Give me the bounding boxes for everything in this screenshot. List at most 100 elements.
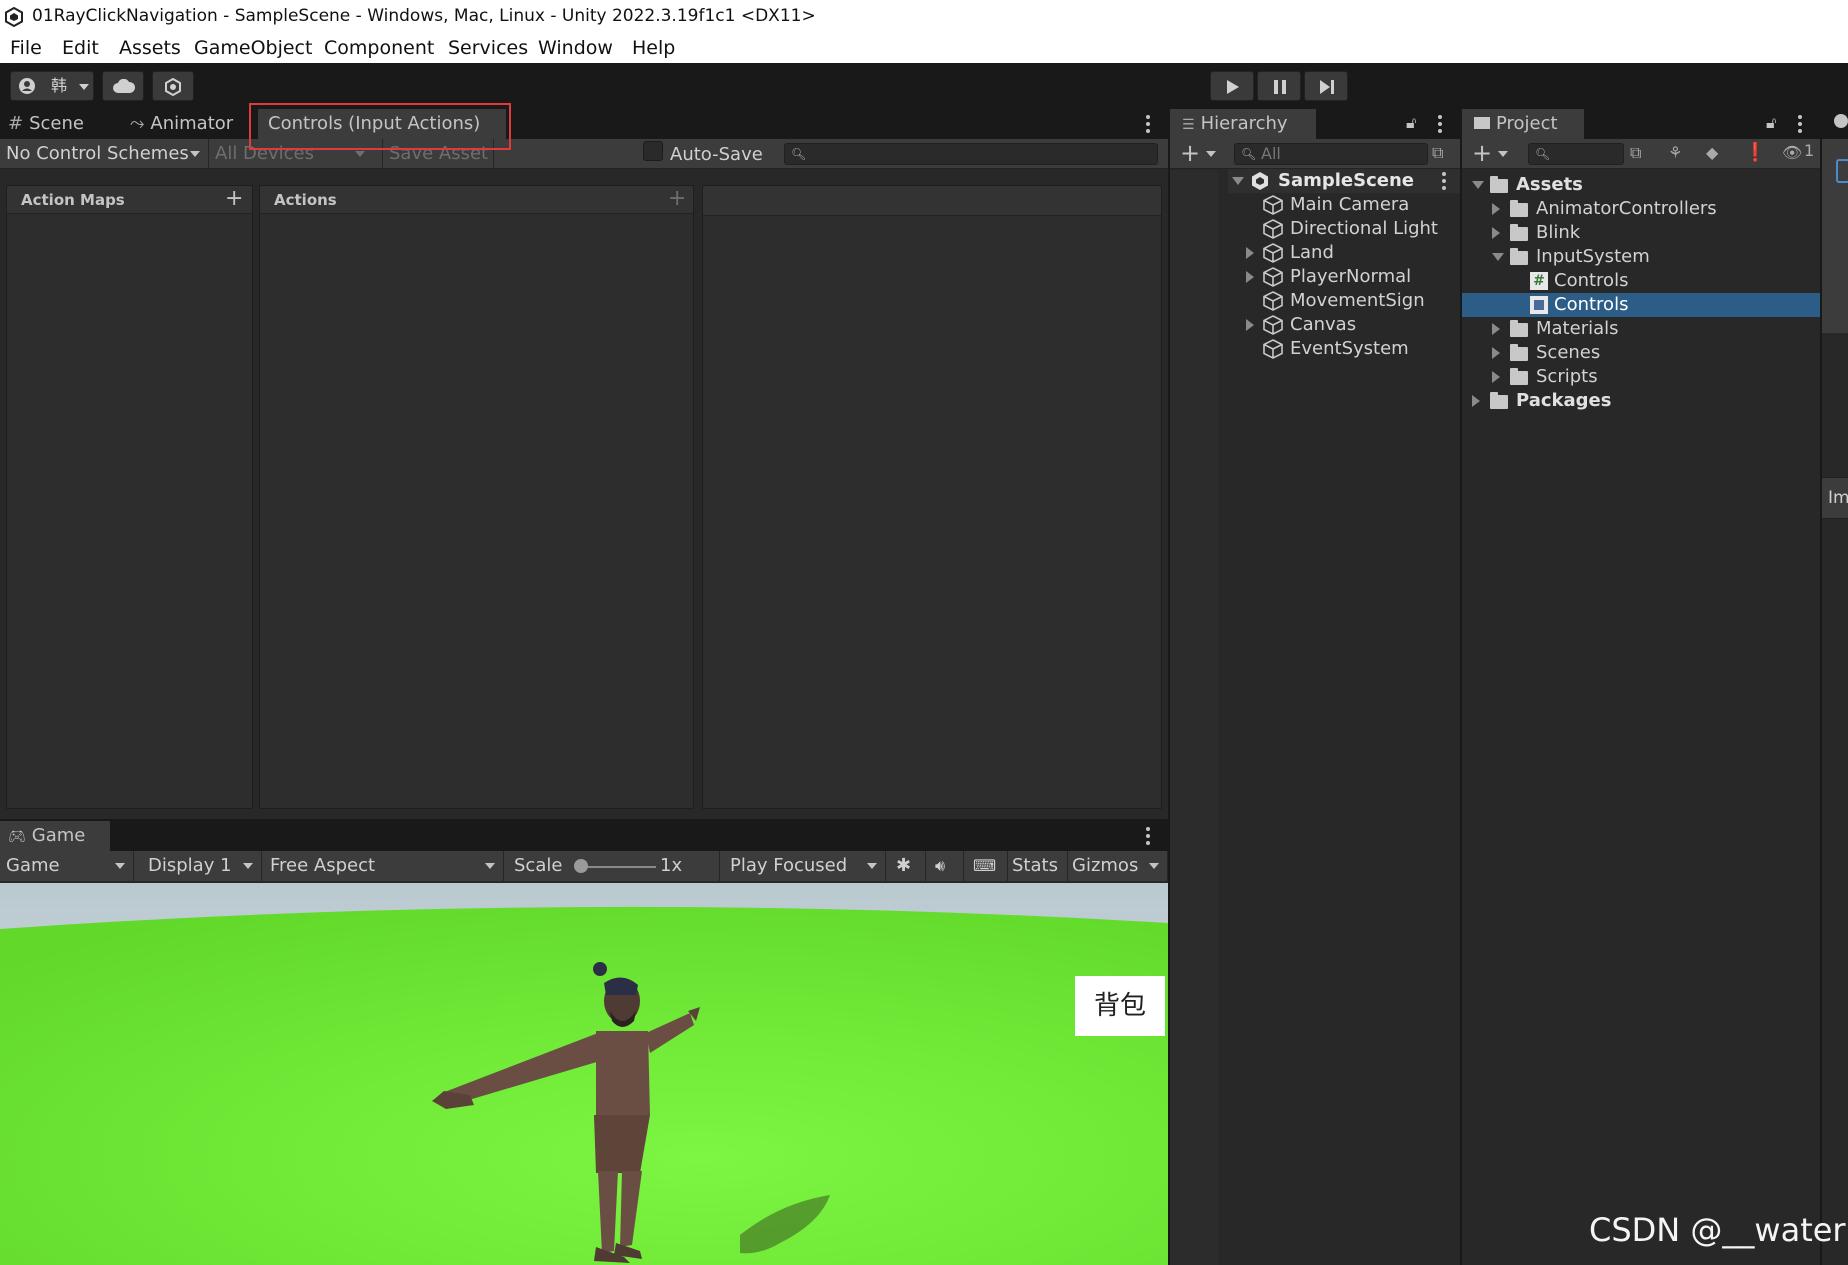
- scale-slider-thumb[interactable]: [574, 859, 588, 873]
- info-icon: [1834, 114, 1848, 128]
- expand-arrow-icon[interactable]: [1492, 323, 1500, 335]
- add-icon[interactable]: +: [1180, 139, 1200, 167]
- scale-slider-group: Scale 1x: [504, 851, 720, 881]
- step-button[interactable]: [1304, 71, 1348, 101]
- hidden-packages-icon[interactable]: 👁︎: [1782, 143, 1802, 162]
- play-icon: [1227, 80, 1239, 94]
- display-dropdown[interactable]: Display 1: [134, 851, 262, 881]
- gameobject-cube-icon: [1263, 267, 1283, 287]
- menu-file[interactable]: File: [10, 33, 42, 63]
- backpack-button[interactable]: 背包: [1075, 976, 1165, 1036]
- control-schemes-dropdown[interactable]: No Control Schemes: [6, 139, 206, 169]
- expand-arrow-icon[interactable]: [1492, 227, 1500, 239]
- filter-type-icon[interactable]: ⚘: [1668, 143, 1682, 162]
- project-search-input[interactable]: 🔍︎: [1528, 143, 1624, 165]
- auto-save-checkbox[interactable]: [643, 141, 663, 161]
- project-item-controls-input-actions[interactable]: Controls: [1462, 293, 1820, 317]
- expand-arrow-icon[interactable]: [1492, 371, 1500, 383]
- keyboard-button[interactable]: ⌨︎: [964, 851, 1008, 881]
- account-button[interactable]: 韩: [10, 71, 94, 101]
- expand-arrow-icon[interactable]: [1246, 271, 1254, 283]
- menu-edit[interactable]: Edit: [62, 33, 99, 63]
- project-folder-inputsystem[interactable]: InputSystem: [1492, 245, 1820, 269]
- play-focused-dropdown[interactable]: Play Focused: [720, 851, 886, 881]
- aspect-dropdown[interactable]: Free Aspect: [262, 851, 504, 881]
- game-viewport[interactable]: 背包: [0, 883, 1168, 1265]
- cloud-button[interactable]: [102, 71, 144, 101]
- project-folder-animatorcontrollers[interactable]: AnimatorControllers: [1492, 197, 1820, 221]
- hierarchy-scene-row[interactable]: SampleScene: [1228, 169, 1460, 193]
- search-scope-icon[interactable]: ⧉: [1630, 143, 1641, 163]
- add-action-map-icon[interactable]: +: [225, 188, 243, 210]
- gameobject-cube-icon: [1263, 219, 1283, 239]
- folder-icon: [1510, 224, 1528, 241]
- left-tab-bar: # Scene ⤳ Animator Controls (Input Actions…: [0, 109, 1168, 139]
- project-assets-folder[interactable]: Assets: [1472, 173, 1820, 197]
- expand-arrow-icon[interactable]: [1492, 203, 1500, 215]
- warning-icon[interactable]: ❗: [1744, 142, 1766, 163]
- chevron-down-icon: [355, 151, 365, 157]
- hierarchy-search-input[interactable]: 🔍︎ All: [1234, 143, 1428, 165]
- stats-button[interactable]: Stats: [1008, 851, 1068, 881]
- project-folder-blink[interactable]: Blink: [1492, 221, 1820, 245]
- more-options-icon[interactable]: [1798, 115, 1802, 133]
- more-options-icon[interactable]: [1438, 115, 1442, 133]
- game-mode-dropdown[interactable]: Game: [0, 851, 134, 881]
- project-folder-materials[interactable]: Materials: [1492, 317, 1820, 341]
- pause-icon: [1274, 80, 1286, 94]
- expand-arrow-icon[interactable]: [1246, 319, 1254, 331]
- item-label: Canvas: [1290, 314, 1357, 335]
- chevron-down-icon[interactable]: [1498, 151, 1508, 157]
- menu-assets[interactable]: Assets: [119, 33, 181, 63]
- play-button[interactable]: [1210, 71, 1254, 101]
- tab-hierarchy[interactable]: ☰ Hierarchy: [1170, 109, 1316, 139]
- menu-help[interactable]: Help: [632, 33, 675, 63]
- import-button[interactable]: Im: [1822, 477, 1848, 519]
- debug-button[interactable]: ✱: [886, 851, 926, 881]
- add-action-icon[interactable]: +: [668, 188, 686, 210]
- tab-scene[interactable]: # Scene: [0, 109, 122, 139]
- aspect-label: Free Aspect: [270, 855, 376, 876]
- input-actions-asset-icon: [1530, 296, 1548, 314]
- project-folder-scenes[interactable]: Scenes: [1492, 341, 1820, 365]
- menu-component[interactable]: Component: [324, 33, 434, 63]
- action-maps-title: Action Maps: [21, 191, 125, 209]
- inspector-tab[interactable]: [1822, 109, 1848, 139]
- more-options-icon[interactable]: [1442, 172, 1446, 190]
- project-item-controls-script[interactable]: # Controls: [1530, 269, 1820, 293]
- audio-mute-button[interactable]: 🔊︎: [926, 851, 964, 881]
- tab-animator[interactable]: ⤳ Animator: [122, 109, 250, 139]
- project-folder-scripts[interactable]: Scripts: [1492, 365, 1820, 389]
- menu-services[interactable]: Services: [448, 33, 528, 63]
- scale-slider-track[interactable]: [580, 866, 656, 868]
- add-icon[interactable]: +: [1472, 139, 1492, 167]
- scene-search-icon[interactable]: ⧉: [1432, 143, 1443, 163]
- expand-arrow-icon[interactable]: [1472, 181, 1484, 189]
- more-options-icon[interactable]: [1146, 827, 1150, 845]
- expand-arrow-icon[interactable]: [1492, 347, 1500, 359]
- tab-hierarchy-label: Hierarchy: [1200, 113, 1288, 134]
- bug-icon: ✱: [896, 855, 912, 876]
- tab-project[interactable]: Project: [1462, 109, 1584, 139]
- gizmos-dropdown[interactable]: Gizmos: [1068, 851, 1168, 881]
- lock-icon[interactable]: 🔓︎: [1766, 113, 1776, 133]
- inspector-header: [1822, 139, 1848, 333]
- menu-window[interactable]: Window: [538, 33, 613, 63]
- expand-arrow-icon[interactable]: [1492, 253, 1504, 261]
- stats-label: Stats: [1012, 855, 1058, 876]
- project-packages-folder[interactable]: Packages: [1472, 389, 1820, 413]
- pause-button[interactable]: [1257, 71, 1301, 101]
- more-options-icon[interactable]: [1146, 115, 1150, 133]
- collab-button[interactable]: [152, 71, 194, 101]
- menu-gameobject[interactable]: GameObject: [194, 33, 312, 63]
- tab-game[interactable]: 🎮︎ Game: [0, 821, 110, 851]
- chevron-down-icon[interactable]: [1206, 151, 1216, 157]
- chevron-down-icon: [190, 151, 200, 157]
- lock-icon[interactable]: 🔓︎: [1406, 113, 1416, 133]
- expand-arrow-icon[interactable]: [1472, 395, 1480, 407]
- actions-search-input[interactable]: 🔍︎: [784, 143, 1158, 165]
- expand-arrow-icon[interactable]: [1246, 247, 1254, 259]
- filter-label-icon[interactable]: ◆: [1706, 143, 1718, 162]
- expand-arrow-icon[interactable]: [1232, 177, 1244, 185]
- control-schemes-label: No Control Schemes: [6, 143, 189, 164]
